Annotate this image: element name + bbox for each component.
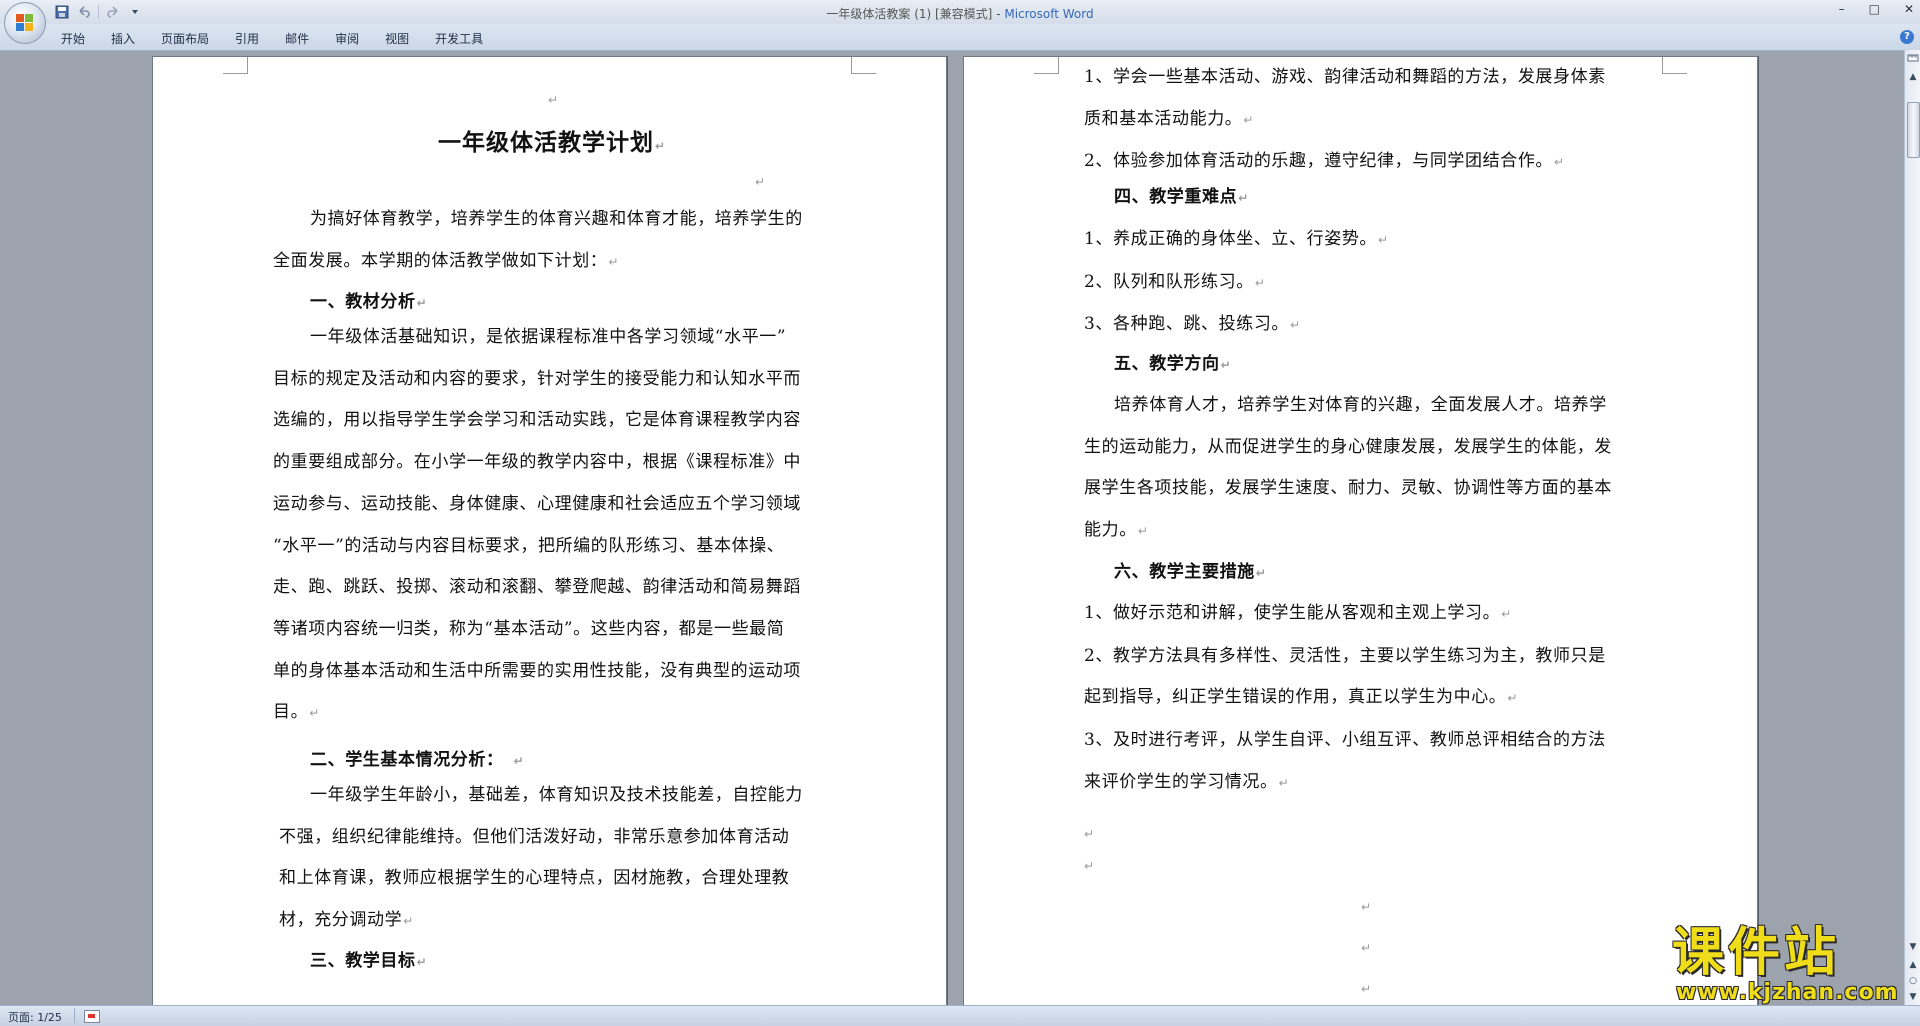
text-line: 培养体育人才，培养学生对体育的兴趣，全面发展人才。培养学 <box>1114 395 1607 415</box>
paragraph-mark: ↵ <box>1361 982 1372 996</box>
help-icon[interactable]: ? <box>1900 30 1914 44</box>
margin-corner-mark <box>223 57 248 74</box>
text-line: 全面发展。本学期的体活教学做如下计划：↵ <box>273 250 620 271</box>
intro-paragraph: 为搞好体育教学，培养学生的体育兴趣和体育才能，培养学生的 全面发展。本学期的体活… <box>273 199 803 283</box>
tab-page-layout[interactable]: 页面布局 <box>148 30 222 47</box>
heading-direction: 五、教学方向↵ <box>1114 354 1232 374</box>
ribbon: 开始 插入 页面布局 引用 邮件 审阅 视图 开发工具 ? <box>0 24 1920 51</box>
tab-home[interactable]: 开始 <box>48 30 98 47</box>
text-line: 走、跑、跳跃、投掷、滚动和滚翻、攀登爬越、韵律活动和简易舞蹈 <box>273 577 801 598</box>
window-controls: – □ ✕ <box>1839 2 1914 16</box>
paragraph-mark: ↵ <box>548 93 559 107</box>
text-line: 的重要组成部分。在小学一年级的教学内容中，根据《课程标准》中 <box>273 452 801 473</box>
text-line: 运动参与、运动技能、身体健康、心理健康和社会适应五个学习领域 <box>273 493 801 514</box>
tab-review[interactable]: 审阅 <box>322 30 372 47</box>
watermark-url: www.kjzhan.com <box>1676 980 1899 1005</box>
heading-key-points: 四、教学重难点↵ <box>1114 187 1249 207</box>
title-bar: 一年级体活教案 (1) [兼容模式] - Microsoft Word – □ … <box>0 0 1920 44</box>
text-line: 目标的规定及活动和内容的要求，针对学生的接受能力和认知水平而 <box>273 368 801 389</box>
scroll-up-button[interactable]: ▲ <box>1906 70 1920 84</box>
direction-paragraph: 培养体育人才，培养学生对体育的兴趣，全面发展人才。培养学 生的运动能力，从而促进… <box>1084 385 1612 553</box>
text-line: 为搞好体育教学，培养学生的体育兴趣和体育才能，培养学生的 <box>310 209 803 229</box>
tab-insert[interactable]: 插入 <box>98 30 148 47</box>
title-separator: - <box>992 7 1005 21</box>
office-logo-icon <box>16 14 34 32</box>
tab-developer[interactable]: 开发工具 <box>422 30 496 47</box>
list-item: 2、教学方法具有多样性、灵活性，主要以学生练习为主，教师只是 <box>1084 645 1606 666</box>
list-item: 1、做好示范和讲解，使学生能从客观和主观上学习。↵ <box>1084 603 1512 623</box>
document-page-right[interactable]: 1、学会一些基本活动、游戏、韵律活动和舞蹈的方法，发展身体素 质和基本活动能力。… <box>963 56 1758 1006</box>
key-points-list: 1、养成正确的身体坐、立、行姿势。↵ 2、队列和队形练习。↵ 3、各种跑、跳、投… <box>1084 219 1389 347</box>
text-line: 质和基本活动能力。↵ <box>1084 108 1255 129</box>
list-item: 2、队列和队形练习。↵ <box>1084 271 1266 292</box>
text-line: 和上体育课，教师应根据学生的心理特点，因材施教，合理处理教 <box>279 868 790 889</box>
text-line: 目。↵ <box>273 702 320 723</box>
text-line: “水平一”的活动与内容目标要求，把所编的队形练习、基本体操、 <box>273 535 785 556</box>
paragraph-mark: ↵ <box>1084 859 1095 873</box>
minimize-button[interactable]: – <box>1839 2 1845 16</box>
office-button[interactable] <box>4 2 46 44</box>
status-bar: 页面: 1/25 <box>0 1005 1920 1026</box>
text-line: 选编的，用以指导学生学会学习和活动实践，它是体育课程教学内容 <box>273 410 801 431</box>
text-line: 材，充分调动学↵ <box>279 910 414 931</box>
text-line: 不强，组织纪律能维持。但他们活泼好动，非常乐意参加体育活动 <box>279 826 790 847</box>
list-item: 3、及时进行考评，从学生自评、小组互评、教师总评相结合的方法 <box>1084 730 1606 751</box>
document-page-left[interactable]: ↵ 一年级体活教学计划↵ ↵ 为搞好体育教学，培养学生的体育兴趣和体育才能，培养… <box>152 56 947 1006</box>
page-counter[interactable]: 页面: 1/25 <box>8 1009 62 1025</box>
maximize-button[interactable]: □ <box>1869 2 1880 16</box>
paragraph-mark: ↵ <box>655 139 667 153</box>
text-line: 1、学会一些基本活动、游戏、韵律活动和舞蹈的方法，发展身体素 <box>1084 67 1606 87</box>
paragraph-mark: ↵ <box>1361 900 1372 914</box>
paragraph-mark: ↵ <box>1084 827 1095 841</box>
watermark-logo: 课件站 www.kjzhan.com <box>1668 923 1904 1005</box>
app-name: Microsoft Word <box>1004 7 1094 21</box>
text-line: 能力。↵ <box>1084 520 1149 541</box>
text-line: 生的运动能力，从而促进学生的身心健康发展，发展学生的体能，发 <box>1084 436 1612 457</box>
vertical-scrollbar[interactable]: ▲ ▼ ▲ ○ ▼ <box>1904 50 1920 1005</box>
materials-paragraph: 一年级体活基础知识，是依据课程标准中各学习领域“水平一” 目标的规定及活动和内容… <box>273 317 801 735</box>
document-title: 一年级体活教学计划↵ <box>438 123 666 157</box>
measures-list: 1、做好示范和讲解，使学生能从客观和主观上学习。↵ 2、教学方法具有多样性、灵活… <box>1084 593 1606 805</box>
scroll-down-button[interactable]: ▼ <box>1906 940 1920 954</box>
margin-corner-mark <box>851 57 876 74</box>
next-page-button[interactable]: ▼ <box>1906 990 1920 1004</box>
title-text: 一年级体活教学计划 <box>438 129 654 156</box>
list-item: 起到指导，纠正学生错误的作用，真正以学生为中心。↵ <box>1084 687 1519 708</box>
heading-measures: 六、教学主要措施↵ <box>1114 562 1267 582</box>
window-title: 一年级体活教案 (1) [兼容模式] - Microsoft Word <box>0 5 1920 22</box>
text-line: 一年级体活基础知识，是依据课程标准中各学习领域“水平一” <box>310 327 787 347</box>
text-line: 一年级学生年龄小，基础差，体育知识及技术技能差，自控能力 <box>310 785 803 805</box>
margin-corner-mark <box>1662 57 1687 74</box>
text-line: 单的身体基本活动和生活中所需要的实用性技能，没有典型的运动项 <box>273 660 801 681</box>
paragraph-mark: ↵ <box>1361 941 1372 955</box>
scroll-thumb[interactable] <box>1907 102 1920 158</box>
margin-corner-mark <box>1034 57 1059 74</box>
watermark-title: 课件站 <box>1672 923 1841 983</box>
text-line: 展学生各项技能，发展学生速度、耐力、灵敏、协调性等方面的基本 <box>1084 478 1612 499</box>
list-item: 1、养成正确的身体坐、立、行姿势。↵ <box>1084 229 1389 249</box>
previous-page-button[interactable]: ▲ <box>1906 958 1920 972</box>
ribbon-tabs: 开始 插入 页面布局 引用 邮件 审阅 视图 开发工具 <box>48 30 496 47</box>
close-button[interactable]: ✕ <box>1904 2 1914 16</box>
ruler-toggle-icon[interactable] <box>1906 52 1920 66</box>
status-separator <box>74 1008 75 1023</box>
list-item: 3、各种跑、跳、投练习。↵ <box>1084 314 1301 335</box>
list-item: 来评价学生的学习情况。↵ <box>1084 771 1290 792</box>
tab-view[interactable]: 视图 <box>372 30 422 47</box>
text-line: 等诸项内容统一归类，称为“基本活动”。这些内容，都是一些最简 <box>273 618 785 639</box>
students-paragraph: 一年级学生年龄小，基础差，体育知识及技术技能差，自控能力 不强，组织纪律能维持。… <box>279 775 803 943</box>
tab-references[interactable]: 引用 <box>222 30 272 47</box>
proofing-status-icon[interactable] <box>84 1010 100 1023</box>
heading-goals: 三、教学目标↵ <box>310 951 428 971</box>
document-name: 一年级体活教案 (1) [兼容模式] <box>826 7 993 21</box>
select-browse-object-button[interactable]: ○ <box>1906 974 1920 988</box>
paragraph-mark: ↵ <box>755 175 766 189</box>
goals-paragraph: 1、学会一些基本活动、游戏、韵律活动和舞蹈的方法，发展身体素 质和基本活动能力。… <box>1084 57 1606 184</box>
tab-mailings[interactable]: 邮件 <box>272 30 322 47</box>
